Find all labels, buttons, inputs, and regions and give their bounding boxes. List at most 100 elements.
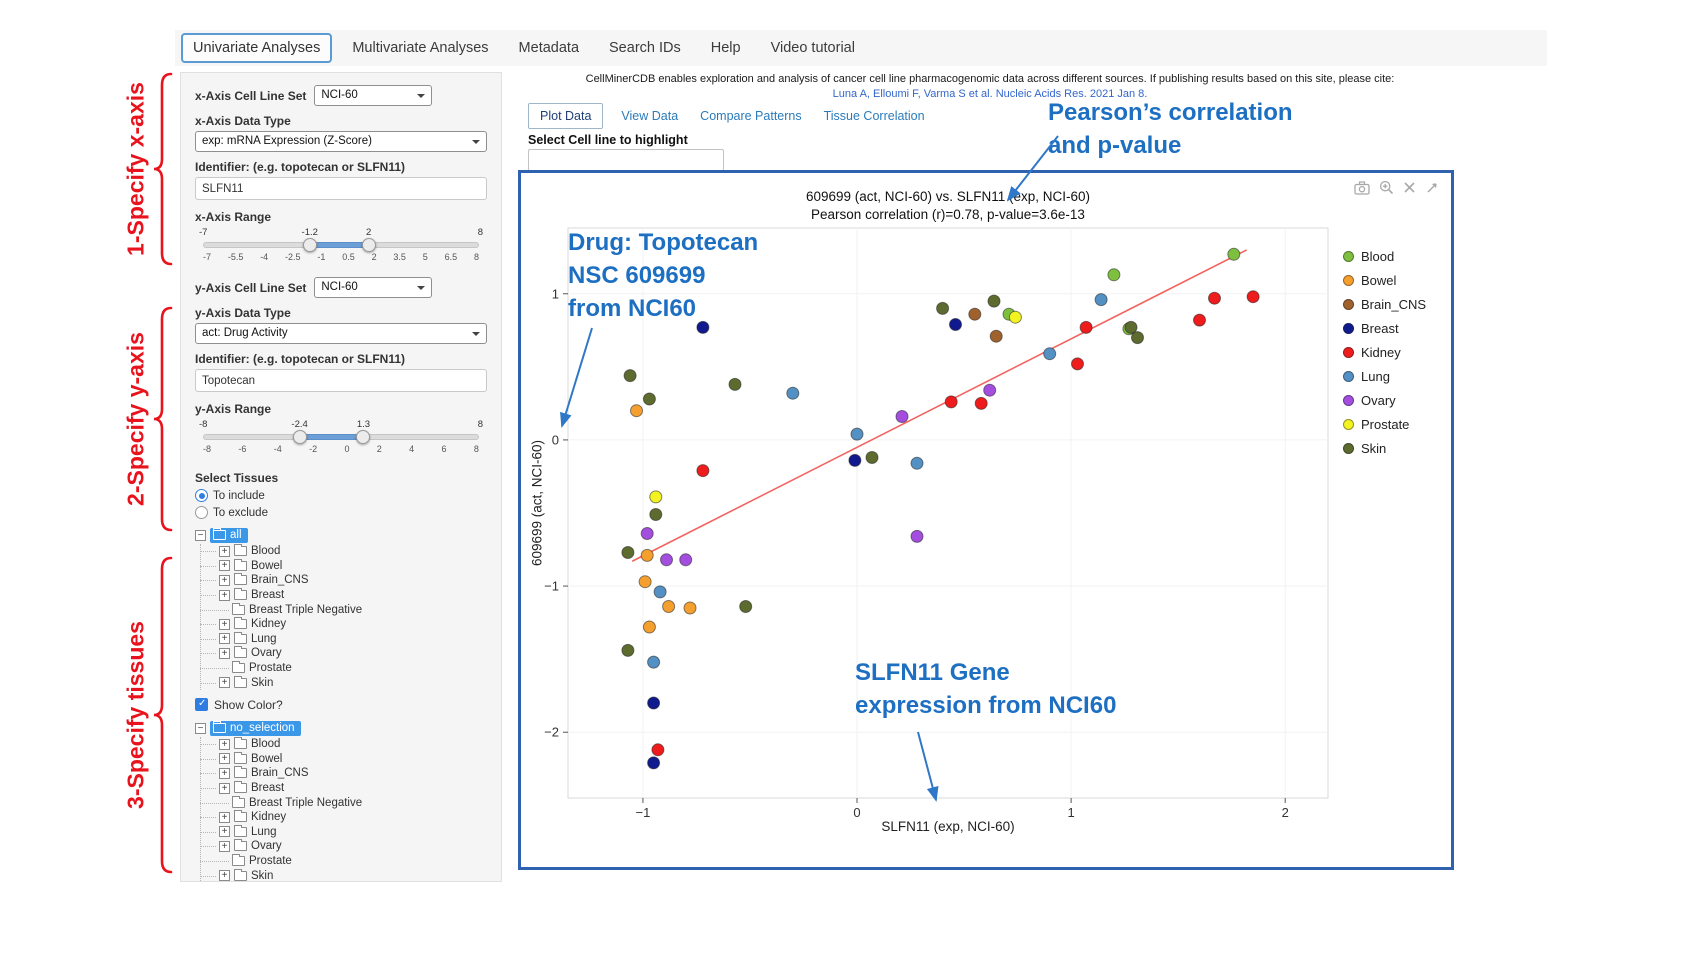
zoom-in-icon[interactable]	[1379, 180, 1394, 200]
slider-handle-low[interactable]	[303, 238, 317, 252]
tissue-bowel-include[interactable]: +Bowel	[201, 559, 487, 574]
expand-icon[interactable]: +	[219, 812, 230, 823]
legend-brain-cns[interactable]: Brain_CNS	[1343, 297, 1426, 312]
plot-legend: Blood Bowel Brain_CNS Breast Kidney Lung…	[1343, 249, 1426, 465]
slider-min-label: -8	[199, 419, 207, 430]
nav-tab-help[interactable]: Help	[701, 35, 751, 61]
nav-tab-video-tutorial[interactable]: Video tutorial	[761, 35, 865, 61]
slider-high-value: 2	[366, 227, 371, 238]
show-color-label: Show Color?	[214, 698, 283, 712]
folder-icon	[234, 678, 247, 688]
tissue-ovary-exclude[interactable]: +Ovary	[201, 839, 487, 854]
expand-icon[interactable]: +	[219, 841, 230, 852]
tissue-brain-cns-include[interactable]: +Brain_CNS	[201, 573, 487, 588]
tab-tissue-correlation[interactable]: Tissue Correlation	[820, 104, 929, 128]
legend-lung[interactable]: Lung	[1343, 369, 1426, 384]
y-data-type-value: act: Drug Activity	[202, 327, 288, 339]
legend-dot	[1343, 371, 1354, 382]
chart-title: 609699 (act, NCI-60) vs. SLFN11 (exp, NC…	[568, 189, 1328, 204]
tissue-ovary-include[interactable]: +Ovary	[201, 646, 487, 661]
expand-icon[interactable]: +	[219, 783, 230, 794]
folder-icon	[232, 798, 245, 808]
tissue-blood-include[interactable]: +Blood	[201, 544, 487, 559]
y-cell-line-set-select[interactable]: NCI-60	[314, 277, 432, 298]
expand-icon[interactable]: +	[219, 753, 230, 764]
expand-icon[interactable]: +	[219, 870, 230, 881]
chart-subtitle: Pearson correlation (r)=0.78, p-value=3.…	[568, 207, 1328, 222]
expand-icon[interactable]: +	[219, 560, 230, 571]
sidebar-controls: x-Axis Cell Line Set NCI-60 x-Axis Data …	[180, 72, 502, 882]
expand-icon[interactable]: +	[219, 677, 230, 688]
legend-blood[interactable]: Blood	[1343, 249, 1426, 264]
tab-plot-data[interactable]: Plot Data	[528, 103, 603, 129]
citation-text: CellMinerCDB enables exploration and ana…	[520, 72, 1460, 86]
x-cell-line-set-label: x-Axis Cell Line Set	[195, 89, 306, 103]
collapse-icon[interactable]: −	[195, 723, 206, 734]
tissue-brain-cns-exclude[interactable]: +Brain_CNS	[201, 766, 487, 781]
y-range-slider[interactable]: -8 8 -2.4 1.3 -8-6-4-202468	[203, 419, 479, 461]
expand-icon[interactable]: +	[219, 768, 230, 779]
tissue-lung-include[interactable]: +Lung	[201, 632, 487, 647]
tissue-breast-triple-negative-include[interactable]: Breast Triple Negative	[201, 602, 487, 617]
slider-low-value: -2.4	[291, 419, 307, 430]
brace-x-axis	[152, 72, 174, 266]
legend-kidney[interactable]: Kidney	[1343, 345, 1426, 360]
slider-range	[300, 434, 364, 440]
radio-to-include[interactable]: To include	[195, 489, 487, 502]
tissue-kidney-include[interactable]: +Kidney	[201, 617, 487, 632]
tissue-skin-include[interactable]: +Skin	[201, 675, 487, 690]
tissue-skin-exclude[interactable]: +Skin	[201, 868, 487, 882]
legend-prostate[interactable]: Prostate	[1343, 417, 1426, 432]
tab-compare-patterns[interactable]: Compare Patterns	[696, 104, 805, 128]
tissue-mode-radio-group: To include To exclude	[195, 489, 487, 519]
close-icon[interactable]	[1403, 181, 1416, 199]
tree-root-no-selection[interactable]: − no_selection	[195, 720, 487, 737]
expand-icon[interactable]: +	[219, 575, 230, 586]
slider-handle-high[interactable]	[356, 430, 370, 444]
x-data-type-select[interactable]: exp: mRNA Expression (Z-Score)	[195, 131, 487, 152]
nav-tab-search-ids[interactable]: Search IDs	[599, 35, 691, 61]
cell-line-highlight-input[interactable]	[528, 149, 724, 171]
tissue-prostate-include[interactable]: Prostate	[201, 661, 487, 676]
expand-icon[interactable]: +	[219, 619, 230, 630]
expand-icon[interactable]: +	[219, 648, 230, 659]
expand-icon[interactable]: +	[219, 633, 230, 644]
tissue-breast-exclude[interactable]: +Breast	[201, 781, 487, 796]
tissue-lung-exclude[interactable]: +Lung	[201, 825, 487, 840]
legend-skin[interactable]: Skin	[1343, 441, 1426, 456]
show-color-checkbox[interactable]	[195, 698, 208, 711]
radio-to-exclude[interactable]: To exclude	[195, 506, 487, 519]
legend-bowel[interactable]: Bowel	[1343, 273, 1426, 288]
expand-icon[interactable]: +	[219, 739, 230, 750]
x-cell-line-set-select[interactable]: NCI-60	[314, 85, 432, 106]
slider-handle-low[interactable]	[293, 430, 307, 444]
citation-link[interactable]: Luna A, Elloumi F, Varma S et al. Nuclei…	[520, 87, 1460, 101]
tab-view-data[interactable]: View Data	[617, 104, 682, 128]
x-identifier-input[interactable]	[195, 177, 487, 200]
tissue-bowel-exclude[interactable]: +Bowel	[201, 752, 487, 767]
y-data-type-select[interactable]: act: Drug Activity	[195, 323, 487, 344]
show-color-row[interactable]: Show Color?	[195, 698, 487, 712]
slider-handle-high[interactable]	[362, 238, 376, 252]
expand-icon[interactable]: +	[219, 826, 230, 837]
tissue-breast-triple-negative-exclude[interactable]: Breast Triple Negative	[201, 795, 487, 810]
expand-icon[interactable]: +	[219, 590, 230, 601]
nav-tab-metadata[interactable]: Metadata	[509, 35, 589, 61]
camera-icon[interactable]	[1354, 181, 1370, 200]
nav-tab-multivariate-analyses[interactable]: Multivariate Analyses	[342, 35, 498, 61]
tissue-kidney-exclude[interactable]: +Kidney	[201, 810, 487, 825]
legend-ovary[interactable]: Ovary	[1343, 393, 1426, 408]
tissue-prostate-exclude[interactable]: Prostate	[201, 854, 487, 869]
tissue-blood-exclude[interactable]: +Blood	[201, 737, 487, 752]
tissue-breast-include[interactable]: +Breast	[201, 588, 487, 603]
nav-tab-univariate-analyses[interactable]: Univariate Analyses	[181, 33, 332, 63]
y-identifier-input[interactable]	[195, 369, 487, 392]
legend-breast[interactable]: Breast	[1343, 321, 1426, 336]
slider-max-label: 8	[478, 419, 483, 430]
expand-icon[interactable]: +	[219, 546, 230, 557]
folder-icon	[234, 739, 247, 749]
tree-root-all[interactable]: − all	[195, 527, 487, 544]
collapse-icon[interactable]: −	[195, 530, 206, 541]
x-range-slider[interactable]: -7 8 -1.2 2 -7-5.5-4-2.5-10.523.556.58	[203, 227, 479, 269]
diagonal-arrow-icon[interactable]	[1425, 181, 1439, 200]
